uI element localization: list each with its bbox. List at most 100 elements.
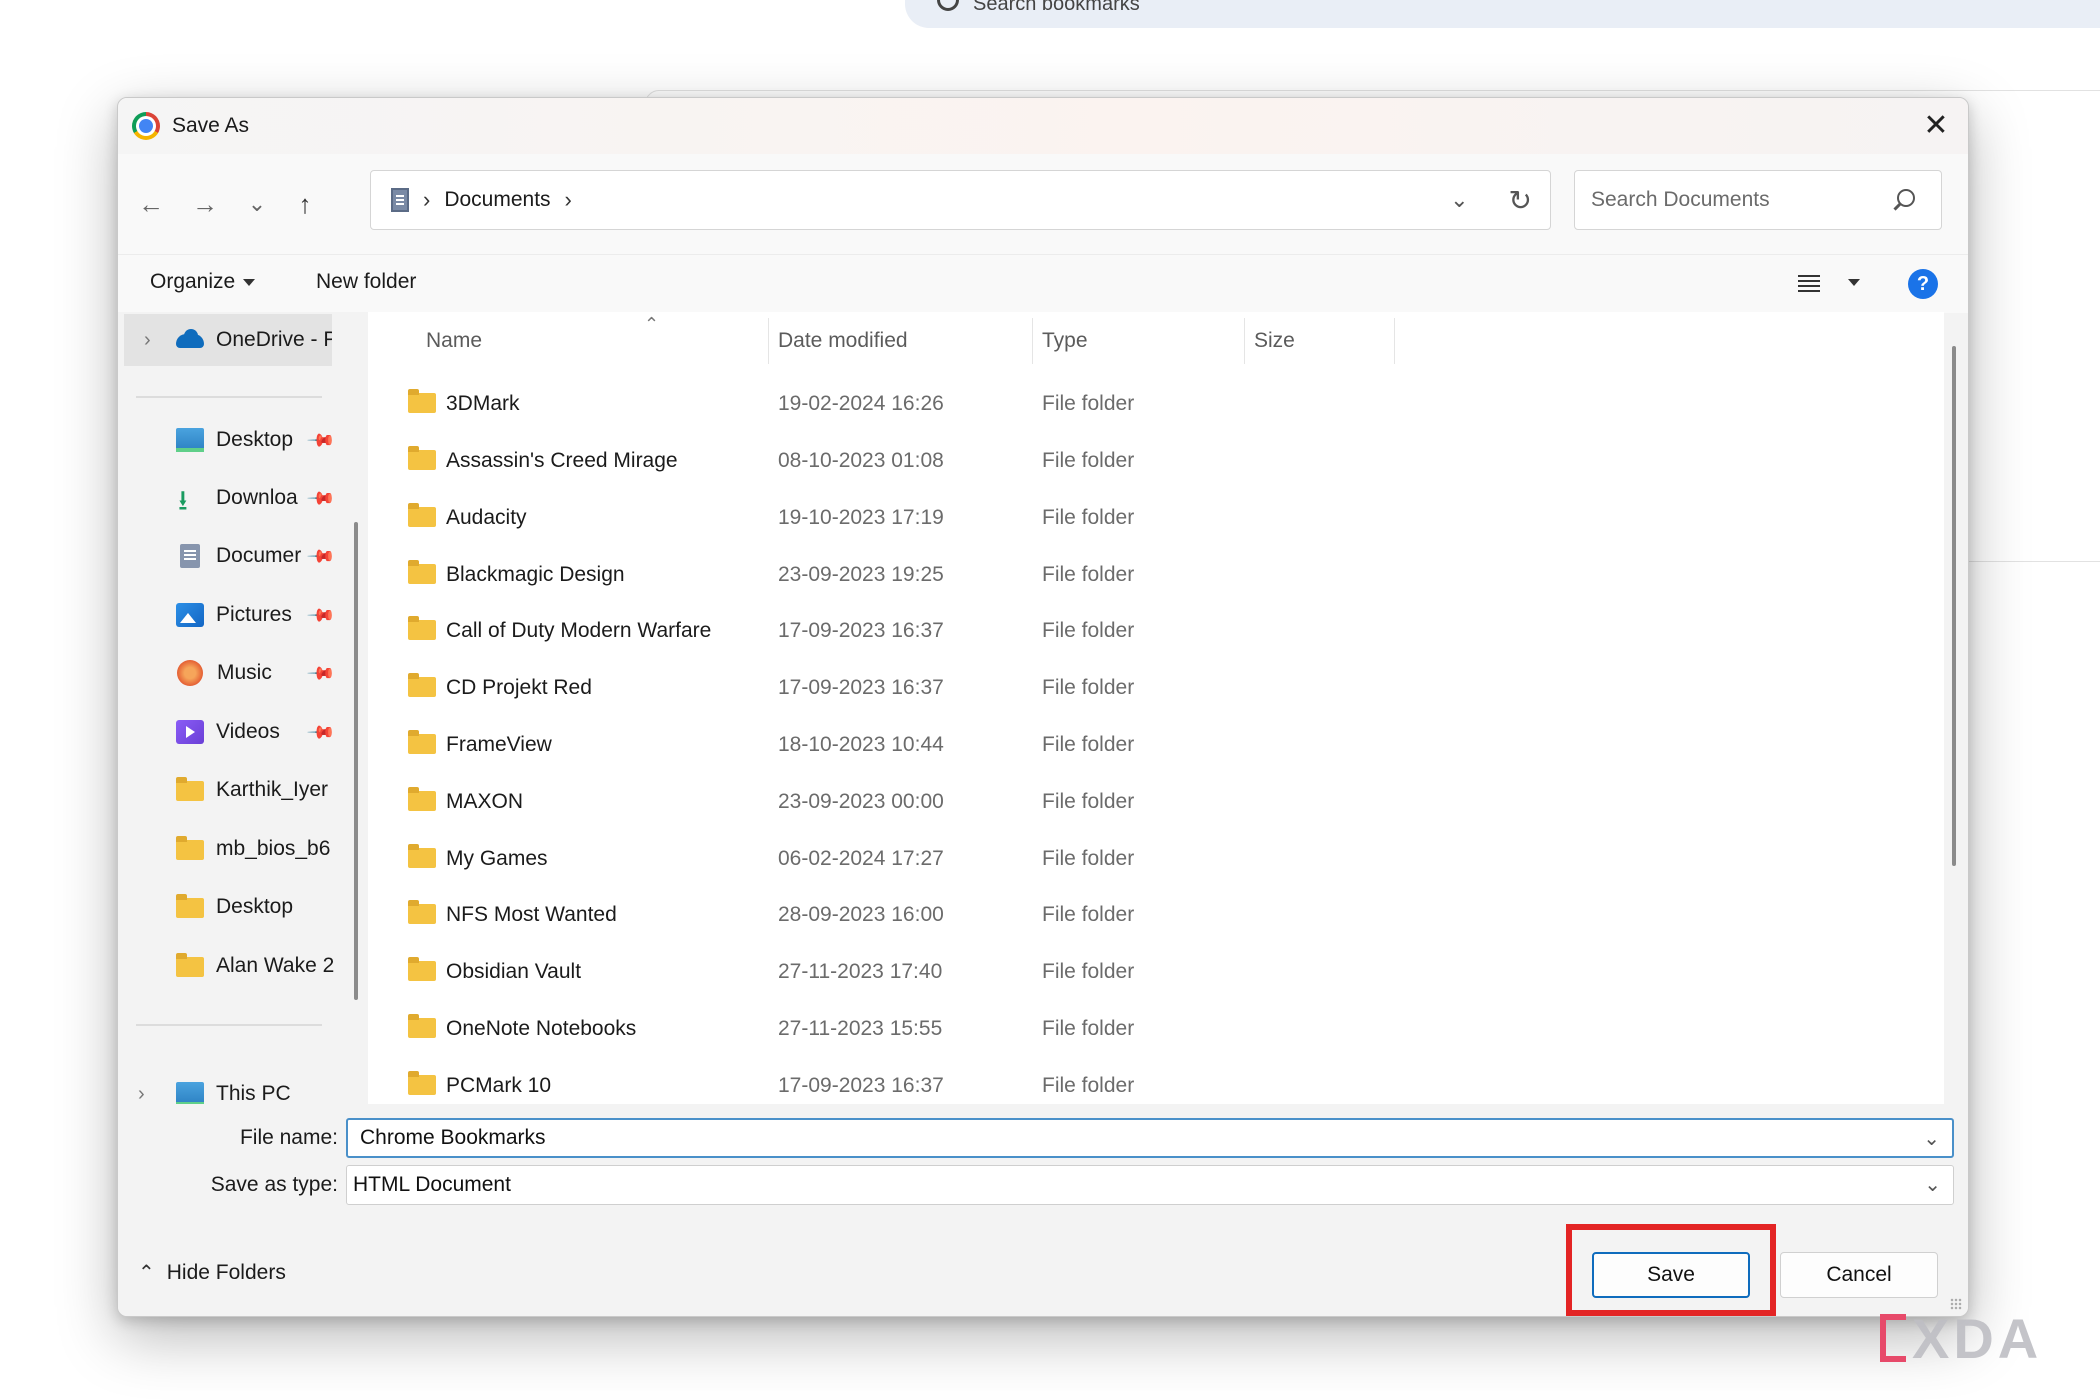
search-icon[interactable] [1897, 189, 1915, 207]
folder-icon [408, 389, 436, 413]
file-date: 08-10-2023 01:08 [778, 449, 944, 472]
column-divider[interactable] [768, 318, 769, 364]
file-row[interactable]: MAXON 23-09-2023 00:00 File folder [368, 774, 1944, 830]
folder-icon [408, 1071, 436, 1095]
cancel-button[interactable]: Cancel [1780, 1252, 1938, 1298]
videos-icon [176, 720, 204, 744]
sidebar-item-pictures[interactable]: Pictures 📌 [118, 589, 356, 641]
sidebar-item-videos[interactable]: Videos 📌 [118, 706, 356, 758]
column-header-type[interactable]: Type [1042, 312, 1088, 370]
file-type: File folder [1042, 563, 1135, 586]
file-row[interactable]: My Games 06-02-2024 17:27 File folder [368, 831, 1944, 887]
file-name: NFS Most Wanted [446, 903, 617, 926]
chevron-down-icon[interactable]: ⌄ [1450, 187, 1468, 213]
file-date: 19-02-2024 16:26 [778, 392, 944, 415]
new-folder-button[interactable]: New folder [316, 270, 416, 294]
sidebar-item-music[interactable]: Music 📌 [118, 647, 356, 699]
file-row[interactable]: OneNote Notebooks 27-11-2023 15:55 File … [368, 1001, 1944, 1057]
address-bar[interactable]: › Documents › ⌄ ↻ [370, 170, 1551, 230]
sidebar-divider [136, 396, 322, 398]
organize-button[interactable]: Organize [150, 270, 256, 294]
music-icon [177, 660, 203, 686]
file-date: 17-09-2023 16:37 [778, 1074, 944, 1097]
column-divider[interactable] [1394, 318, 1395, 364]
breadcrumb-separator-icon[interactable]: › [565, 187, 572, 213]
sidebar-item-downloads[interactable]: Downloa 📌 [118, 472, 356, 524]
chevron-down-icon[interactable]: ⌄ [1923, 1126, 1940, 1151]
file-row[interactable]: FrameView 18-10-2023 10:44 File folder [368, 717, 1944, 773]
file-name: MAXON [446, 790, 524, 813]
sidebar-item-desktop-folder[interactable]: Desktop [118, 881, 356, 933]
file-row[interactable]: Call of Duty Modern Warfare 17-09-2023 1… [368, 603, 1944, 659]
file-list-scrollbar[interactable] [1952, 346, 1956, 866]
recent-locations-icon[interactable]: ⌄ [240, 187, 274, 221]
file-date: 19-10-2023 17:19 [778, 506, 944, 529]
sidebar-item-onedrive[interactable]: › OneDrive - P [124, 314, 332, 366]
sidebar-scrollbar[interactable] [354, 522, 358, 1000]
close-button[interactable]: ✕ [1918, 108, 1954, 144]
column-header-date-modified[interactable]: Date modified [778, 312, 908, 370]
folder-icon [408, 1014, 436, 1038]
watermark-text: XDA [1912, 1306, 2043, 1370]
sidebar-item-this-pc[interactable]: › This PC [118, 1068, 356, 1104]
file-name: Blackmagic Design [446, 563, 625, 586]
documents-icon [391, 188, 409, 212]
file-row[interactable]: NFS Most Wanted 28-09-2023 16:00 File fo… [368, 887, 1944, 943]
download-icon [176, 480, 204, 524]
column-divider[interactable] [1032, 318, 1033, 364]
sidebar-item-alan-wake-2[interactable]: Alan Wake 2 [118, 940, 356, 992]
view-details-icon[interactable] [1798, 275, 1820, 293]
file-row[interactable]: CD Projekt Red 17-09-2023 16:37 File fol… [368, 660, 1944, 716]
refresh-icon[interactable]: ↻ [1509, 184, 1532, 217]
sidebar-item-documents[interactable]: Documer 📌 [118, 530, 356, 582]
command-toolbar: Organize New folder ? [118, 254, 1968, 313]
file-row[interactable]: Audacity 19-10-2023 17:19 File folder [368, 490, 1944, 546]
file-name-input[interactable] [358, 1125, 1862, 1151]
file-date: 06-02-2024 17:27 [778, 847, 944, 870]
column-divider[interactable] [1244, 318, 1245, 364]
save-as-dialog: Save As ✕ ← → ⌄ ↑ › Documents › ⌄ ↻ Orga… [117, 97, 1969, 1317]
chevron-down-icon[interactable]: ⌄ [1924, 1172, 1941, 1197]
save-as-type-select[interactable]: HTML Document ⌄ [346, 1165, 1954, 1205]
breadcrumb-documents[interactable]: Documents [444, 188, 550, 212]
file-date: 17-09-2023 16:37 [778, 676, 944, 699]
file-date: 23-09-2023 19:25 [778, 563, 944, 586]
up-arrow-icon[interactable]: ↑ [288, 187, 322, 221]
search-box [1574, 170, 1942, 230]
sidebar-item-label: OneDrive - P [216, 328, 332, 351]
folder-icon [408, 730, 436, 754]
column-header-name[interactable]: Name [426, 312, 482, 370]
file-name-label: File name: [239, 1126, 338, 1149]
chevron-right-icon[interactable]: › [138, 1083, 145, 1105]
sidebar-item-mb-bios[interactable]: mb_bios_b6 [118, 823, 356, 875]
column-header-size[interactable]: Size [1254, 312, 1295, 370]
file-type: File folder [1042, 449, 1135, 472]
search-input[interactable] [1589, 187, 1873, 213]
back-arrow-icon[interactable]: ← [134, 187, 168, 221]
sidebar-item-label: This PC [216, 1082, 291, 1104]
file-name: Audacity [446, 506, 527, 529]
folder-icon [408, 616, 436, 640]
breadcrumb-separator-icon: › [423, 187, 431, 212]
folder-icon [408, 957, 436, 981]
forward-arrow-icon[interactable]: → [188, 187, 222, 221]
sidebar-item-label: Desktop [216, 895, 294, 918]
file-row[interactable]: Assassin's Creed Mirage 08-10-2023 01:08… [368, 433, 1944, 489]
file-date: 18-10-2023 10:44 [778, 733, 944, 756]
save-as-type-value: HTML Document [353, 1173, 511, 1196]
file-date: 27-11-2023 17:40 [778, 960, 943, 983]
chevron-right-icon[interactable]: › [144, 329, 151, 352]
view-options-caret-icon[interactable] [1848, 279, 1860, 286]
file-row[interactable]: Obsidian Vault 27-11-2023 17:40 File fol… [368, 944, 1944, 1000]
sidebar-item-label: mb_bios_b6 [216, 837, 331, 860]
sidebar-item-karthik-iyer[interactable]: Karthik_Iyer [118, 764, 356, 816]
file-row[interactable]: Blackmagic Design 23-09-2023 19:25 File … [368, 547, 1944, 603]
folder-icon [408, 503, 436, 527]
sidebar-item-desktop[interactable]: Desktop 📌 [118, 414, 356, 466]
help-icon[interactable]: ? [1908, 269, 1938, 299]
file-row[interactable]: 3DMark 19-02-2024 16:26 File folder [368, 376, 1944, 432]
xda-watermark: XDA [1880, 1306, 2080, 1370]
hide-folders-button[interactable]: ⌃ Hide Folders [138, 1260, 286, 1285]
file-row[interactable]: PCMark 10 17-09-2023 16:37 File folder [368, 1058, 1944, 1104]
desktop-icon [176, 428, 204, 452]
